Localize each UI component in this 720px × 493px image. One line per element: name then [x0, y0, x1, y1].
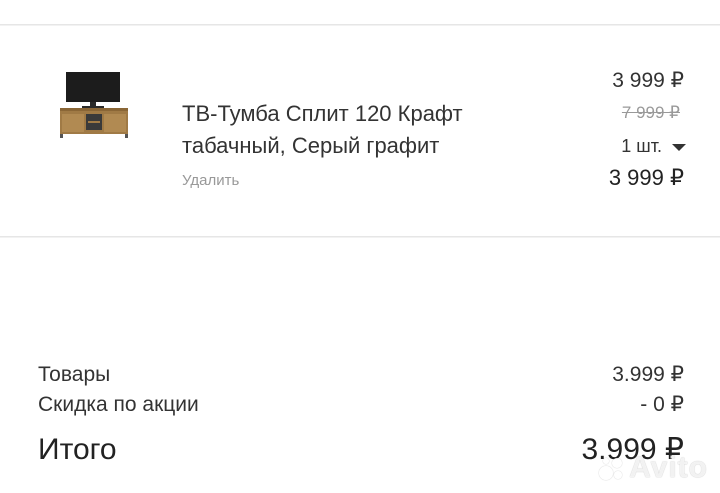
product-title[interactable]: ТВ-Тумба Сплит 120 Крафт табачный, Серый… [182, 98, 512, 162]
summary-row-total: Итого 3.999 ₽ [38, 432, 684, 467]
remove-button[interactable]: Удалить [182, 172, 239, 189]
discount-value: - 0 ₽ [640, 393, 684, 416]
watermark-text: Avito [629, 451, 708, 484]
quantity-value: 1 шт. [621, 136, 662, 156]
total-label: Итого [38, 433, 117, 466]
discount-label: Скидка по акции [38, 393, 199, 416]
avito-logo-icon [599, 456, 625, 480]
tv-stand-image[interactable] [56, 72, 132, 164]
current-price: 3 999 ₽ [612, 69, 684, 92]
avito-watermark: Avito [599, 451, 708, 485]
goods-label: Товары [38, 363, 111, 386]
goods-value: 3.999 ₽ [612, 363, 684, 386]
top-strip [0, 0, 720, 25]
quantity-select[interactable]: 1 шт. [621, 136, 686, 157]
line-total: 3 999 ₽ [608, 165, 684, 190]
old-price: 7 999 ₽ [621, 103, 680, 122]
summary-row-discount: Скидка по акции - 0 ₽ [38, 392, 684, 417]
chevron-down-icon [672, 144, 686, 151]
summary-row-goods: Товары 3.999 ₽ [38, 362, 684, 387]
